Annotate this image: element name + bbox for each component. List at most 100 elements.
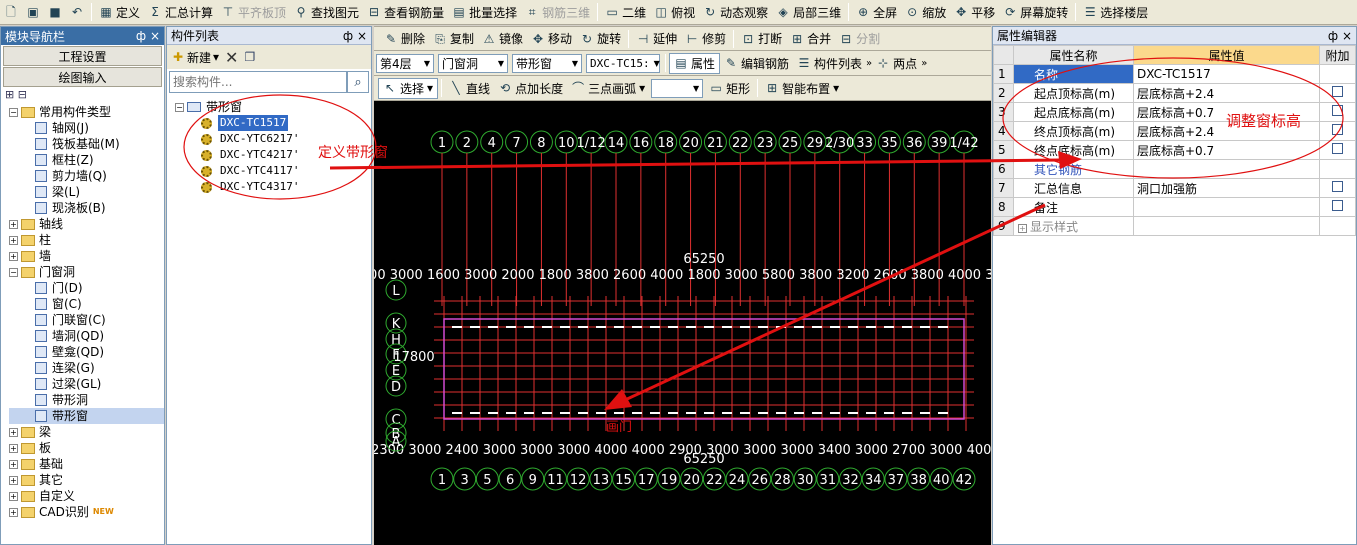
property-row[interactable]: 2 起点顶标高(m) 层底标高+2.4 (993, 83, 1356, 103)
component-select[interactable]: DXC-TC15: ▼ (586, 53, 660, 73)
nav-item[interactable]: 带形窗 (9, 408, 164, 424)
property-row[interactable]: 7 汇总信息 洞口加强筋 (993, 178, 1356, 198)
close-icon[interactable]: × (1342, 29, 1352, 43)
delete-icon[interactable]: ✕ (225, 48, 238, 67)
property-row[interactable]: 5 终点底标高(m) 层底标高+0.7 (993, 140, 1356, 160)
close-icon[interactable]: × (150, 29, 160, 43)
2d-view-button[interactable]: ▭ 二维 (601, 2, 650, 23)
nav-item[interactable]: + 轴线 (9, 216, 164, 232)
component-item[interactable]: DXC-TC1517 (201, 115, 371, 131)
expand-toggle[interactable]: + (9, 443, 18, 453)
property-row[interactable]: 8 备注 (993, 197, 1356, 217)
align-top-button[interactable]: ⊤ 平齐板顶 (217, 2, 290, 23)
nav-item[interactable]: 门(D) (9, 280, 164, 296)
expand-toggle[interactable]: + (9, 427, 18, 437)
rect-tool-button[interactable]: ▭ 矩形 (705, 78, 754, 99)
edit-rebar-button[interactable]: ✎ 编辑钢筋 (720, 53, 793, 74)
pan-button[interactable]: ✥ 平移 (950, 2, 999, 23)
collapse-toggle[interactable]: − (175, 102, 184, 112)
move-button[interactable]: ✥ 移动 (527, 28, 576, 49)
nav-item[interactable]: + 墙 (9, 248, 164, 264)
open-folder-button[interactable]: ▣ (22, 2, 44, 23)
nav-item[interactable]: 框柱(Z) (9, 152, 164, 168)
component-list-button[interactable]: ☰ 构件列表 (793, 53, 866, 74)
pin-icon[interactable]: ф (136, 29, 146, 43)
define-button[interactable]: ▦ 定义 (95, 2, 144, 23)
property-row[interactable]: 9 + 显示样式 (993, 216, 1356, 236)
two-point-button[interactable]: ⊹ 两点 (872, 53, 921, 74)
nav-item[interactable]: + 自定义 (9, 488, 164, 504)
nav-item[interactable]: 带形洞 (9, 392, 164, 408)
copy-icon[interactable]: ❐ (244, 50, 255, 64)
property-value[interactable]: DXC-TC1517 (1133, 64, 1320, 84)
property-value[interactable]: 层底标高+2.4 (1133, 83, 1320, 103)
nav-item[interactable]: − 常用构件类型 (9, 104, 164, 120)
nav-item[interactable]: 窗(C) (9, 296, 164, 312)
expand-toggle[interactable]: + (9, 459, 18, 469)
properties-button[interactable]: ▤ 属性 (669, 52, 721, 74)
property-value[interactable]: 层底标高+0.7 (1133, 140, 1320, 160)
nav-item[interactable]: − 门窗洞 (9, 264, 164, 280)
nav-item[interactable]: + 柱 (9, 232, 164, 248)
nav-item[interactable]: 连梁(G) (9, 360, 164, 376)
delete-button[interactable]: ✎ 删除 (380, 28, 429, 49)
extra-checkbox[interactable] (1332, 181, 1343, 192)
sigma-button[interactable]: Σ 汇总计算 (144, 2, 217, 23)
nav-item[interactable]: 轴网(J) (9, 120, 164, 136)
expand-all-icon[interactable]: ⊞ (5, 88, 14, 101)
extra-checkbox[interactable] (1332, 200, 1343, 211)
expand-toggle[interactable]: − (9, 267, 18, 277)
three-point-arc-button[interactable]: ⌒ 三点画弧 ▾ (567, 78, 649, 99)
nav-item[interactable]: 墙洞(QD) (9, 328, 164, 344)
fullscreen-button[interactable]: ⊕ 全屏 (852, 2, 901, 23)
collapse-all-icon[interactable]: ⊟ (18, 88, 27, 101)
component-search-input[interactable] (169, 71, 347, 93)
extra-checkbox[interactable] (1332, 105, 1343, 116)
expand-toggle[interactable]: + (1018, 223, 1027, 233)
expand-toggle[interactable]: − (9, 107, 18, 117)
property-value[interactable]: 洞口加强筋 (1133, 178, 1320, 198)
nav-item[interactable]: + 其它 (9, 472, 164, 488)
property-row[interactable]: 6 其它钢筋 (993, 159, 1356, 179)
pin-icon[interactable]: ф (1328, 29, 1338, 43)
select-tool-button[interactable]: ↖ 选择 ▾ (378, 77, 439, 99)
nav-item[interactable]: + 基础 (9, 456, 164, 472)
component-item[interactable]: DXC-YTC4117' (201, 163, 371, 179)
property-value[interactable] (1133, 216, 1320, 236)
property-value[interactable] (1133, 197, 1320, 217)
extra-checkbox[interactable] (1332, 124, 1343, 135)
copy-button[interactable]: ⎘ 复制 (429, 28, 478, 49)
extra-checkbox[interactable] (1332, 86, 1343, 97)
search-icon[interactable]: ⌕ (347, 71, 369, 93)
new-component-button[interactable]: ✚ 新建 ▾ (171, 49, 219, 66)
trim-button[interactable]: ⊢ 修剪 (681, 28, 730, 49)
nav-item[interactable]: 过梁(GL) (9, 376, 164, 392)
nav-item[interactable]: + CAD识别 NEW (9, 504, 164, 520)
local-3d-button[interactable]: ◈ 局部三维 (772, 2, 845, 23)
nav-item[interactable]: 现浇板(B) (9, 200, 164, 216)
expand-toggle[interactable]: + (9, 491, 18, 501)
nav-item[interactable]: 门联窗(C) (9, 312, 164, 328)
expand-toggle[interactable]: + (9, 251, 18, 261)
extra-checkbox[interactable] (1332, 143, 1343, 154)
batch-select-button[interactable]: ▤ 批量选择 (448, 2, 521, 23)
rotate-button[interactable]: ↻ 旋转 (576, 28, 625, 49)
draw-input-button[interactable]: 绘图输入 (3, 67, 162, 87)
point-length-button[interactable]: ⟲ 点加长度 (494, 78, 567, 99)
undo-button[interactable]: ↶ (66, 2, 88, 23)
expand-toggle[interactable]: + (9, 235, 18, 245)
top-view-button[interactable]: ◫ 俯视 (650, 2, 699, 23)
select-floor-button[interactable]: ☰ 选择楼层 (1079, 2, 1152, 23)
extend-button[interactable]: ⊣ 延伸 (632, 28, 681, 49)
drawing-canvas[interactable]: 1 2 4 7 8 10 1/12 14 16 18 20 21 22 23 25 29 2/30 33 35 36 3… (297, 101, 1111, 545)
nav-item[interactable]: 梁(L) (9, 184, 164, 200)
nav-item[interactable]: + 梁 (9, 424, 164, 440)
floor-select[interactable]: 第4层 ▼ (376, 53, 434, 73)
property-row[interactable]: 1 名称 DXC-TC1517 (993, 64, 1356, 84)
zoom-button[interactable]: ⊙ 缩放 (901, 2, 950, 23)
pin-icon[interactable]: ф (343, 29, 353, 43)
split-button[interactable]: ⊟ 分割 (835, 28, 884, 49)
save-button[interactable]: ■ (44, 2, 66, 23)
nav-item[interactable]: + 板 (9, 440, 164, 456)
property-row[interactable]: 4 终点顶标高(m) 层底标高+2.4 (993, 121, 1356, 141)
